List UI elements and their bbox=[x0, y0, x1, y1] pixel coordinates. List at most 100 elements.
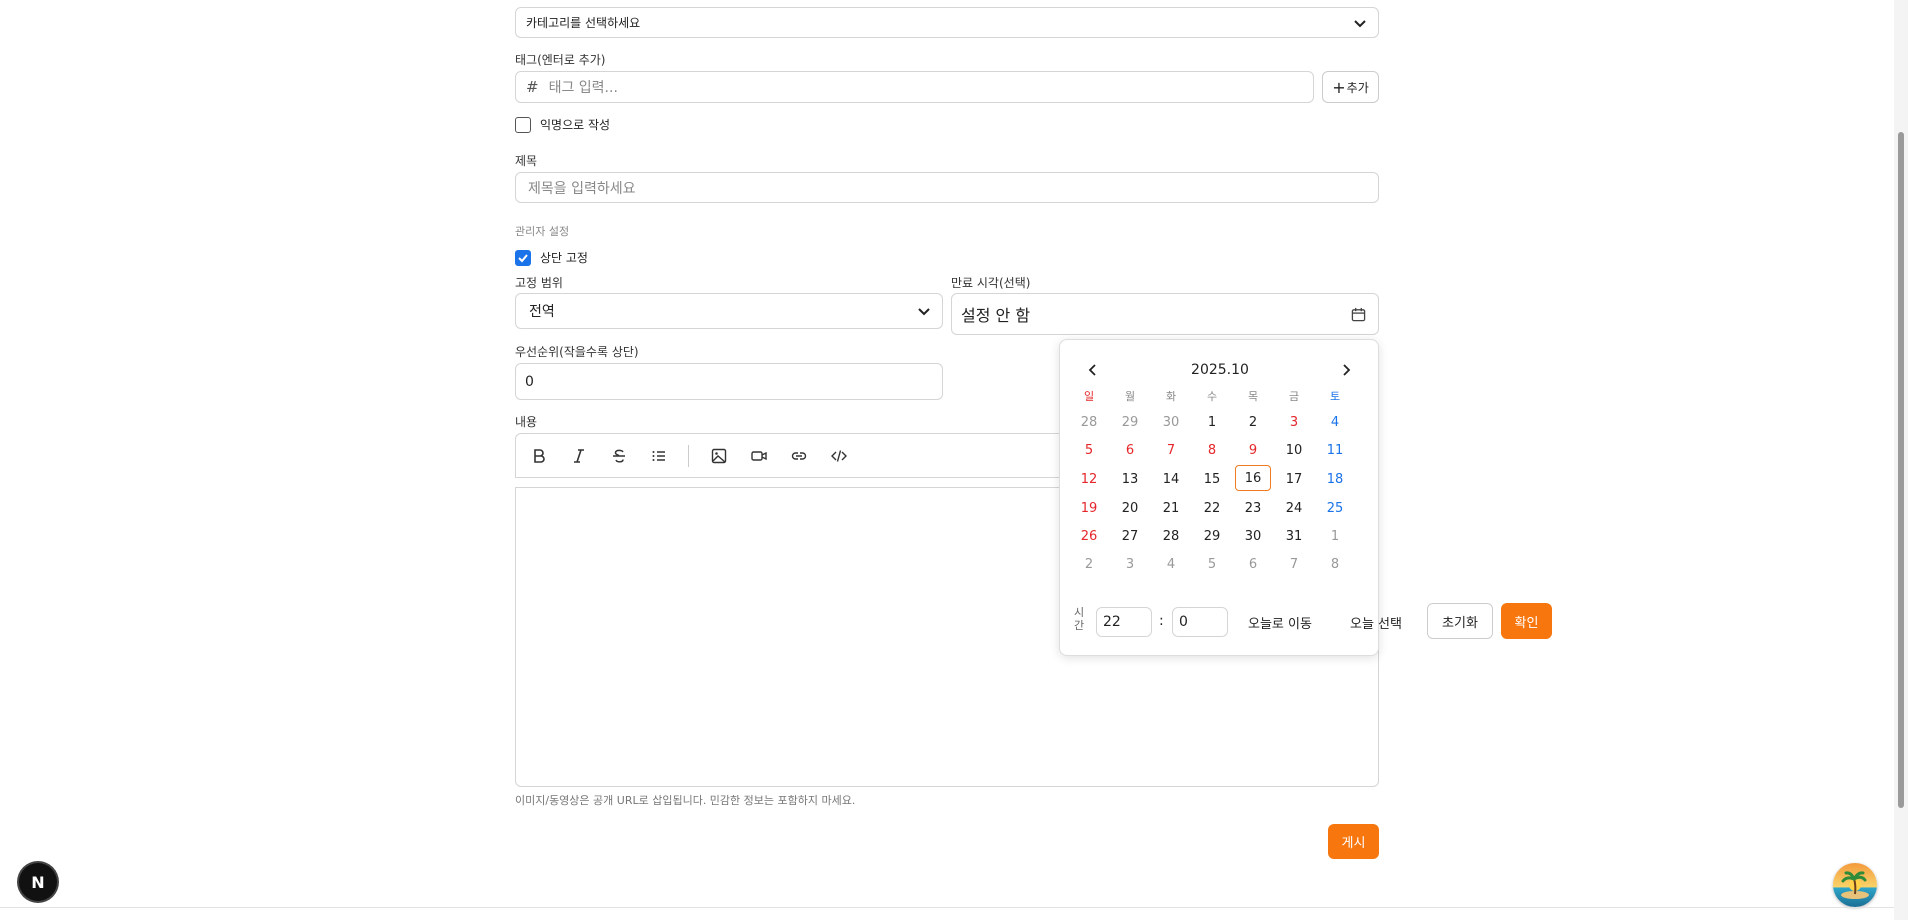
calendar-day[interactable]: 14 bbox=[1153, 467, 1189, 491]
calendar-day[interactable]: 2 bbox=[1235, 410, 1271, 434]
calendar-day-other-month[interactable]: 29 bbox=[1112, 410, 1148, 434]
island-avatar-icon bbox=[1833, 863, 1877, 907]
calendar-day[interactable]: 27 bbox=[1112, 524, 1148, 548]
calendar-day-other-month[interactable]: 28 bbox=[1071, 410, 1107, 434]
calendar-day[interactable]: 25 bbox=[1317, 496, 1353, 520]
calendar-day[interactable]: 21 bbox=[1153, 496, 1189, 520]
bottom-divider bbox=[0, 907, 1894, 908]
calendar-day-other-month[interactable]: 8 bbox=[1317, 552, 1353, 576]
code-button[interactable] bbox=[826, 443, 852, 469]
pin-scope-label: 고정 범위 bbox=[515, 276, 563, 290]
priority-value: 0 bbox=[525, 373, 534, 390]
calendar-day[interactable]: 31 bbox=[1276, 524, 1312, 548]
bullet-list-button[interactable] bbox=[646, 443, 672, 469]
calendar-day[interactable]: 28 bbox=[1153, 524, 1189, 548]
confirm-button[interactable]: 확인 bbox=[1501, 603, 1552, 639]
submit-button-label: 게시 bbox=[1341, 836, 1366, 851]
calendar-day-other-month[interactable]: 30 bbox=[1153, 410, 1189, 434]
scrollbar-thumb[interactable] bbox=[1898, 132, 1904, 808]
add-tag-button[interactable]: + 추가 bbox=[1322, 71, 1379, 103]
strikethrough-icon bbox=[613, 449, 625, 463]
reset-button-label: 초기화 bbox=[1442, 615, 1478, 631]
confirm-button-label: 확인 bbox=[1514, 615, 1539, 631]
video-icon bbox=[751, 451, 767, 461]
calendar-day-other-month[interactable]: 2 bbox=[1071, 552, 1107, 576]
calendar-day[interactable]: 15 bbox=[1194, 467, 1230, 491]
calendar-day[interactable]: 19 bbox=[1071, 496, 1107, 520]
expiry-label: 만료 시각(선택) bbox=[951, 276, 1031, 290]
hour-input[interactable]: 22 bbox=[1096, 607, 1152, 637]
calendar-day-other-month[interactable]: 4 bbox=[1153, 552, 1189, 576]
calendar-day-other-month[interactable]: 6 bbox=[1235, 552, 1271, 576]
calendar-day[interactable]: 1 bbox=[1194, 410, 1230, 434]
scrollbar-track[interactable] bbox=[1894, 0, 1908, 920]
date-picker-popup: 2025.10 일월화수목금토 28 29 30 1 2 3 4 5 6 7 8 9 10 11 12 13 1… bbox=[1059, 339, 1402, 656]
bold-button[interactable] bbox=[526, 443, 552, 469]
calendar-day[interactable]: 24 bbox=[1276, 496, 1312, 520]
link-button[interactable] bbox=[786, 443, 812, 469]
expiry-input[interactable]: 설정 안 함 bbox=[951, 293, 1379, 335]
tag-input[interactable]: # 태그 입력... bbox=[515, 71, 1314, 103]
calendar-day[interactable]: 10 bbox=[1276, 438, 1312, 462]
submit-button[interactable]: 게시 bbox=[1328, 824, 1379, 859]
calendar-month-title: 2025.10 bbox=[1191, 362, 1249, 378]
calendar-day[interactable]: 8 bbox=[1194, 438, 1230, 462]
avatar[interactable] bbox=[1833, 863, 1877, 907]
calendar-day[interactable]: 4 bbox=[1317, 410, 1353, 434]
image-button[interactable] bbox=[706, 443, 732, 469]
title-label: 제목 bbox=[515, 154, 538, 168]
weekday-header: 수 bbox=[1206, 390, 1218, 403]
title-input[interactable]: 제목을 입력하세요 bbox=[515, 172, 1379, 203]
calendar-day[interactable]: 5 bbox=[1071, 438, 1107, 462]
calendar-day[interactable]: 3 bbox=[1276, 410, 1312, 434]
hash-icon: # bbox=[526, 78, 539, 96]
reset-button[interactable]: 초기화 bbox=[1427, 603, 1493, 639]
pin-top-option[interactable]: 상단 고정 bbox=[515, 249, 588, 266]
go-today-button[interactable]: 오늘로 이동 bbox=[1248, 613, 1312, 632]
calendar-day[interactable]: 9 bbox=[1235, 438, 1271, 462]
anonymous-checkbox[interactable] bbox=[515, 116, 531, 133]
calendar-day-other-month[interactable]: 1 bbox=[1317, 524, 1353, 548]
chevron-right-icon bbox=[1343, 364, 1351, 376]
calendar-day[interactable]: 18 bbox=[1317, 467, 1353, 491]
calendar-day[interactable]: 6 bbox=[1112, 438, 1148, 462]
calendar-day[interactable]: 26 bbox=[1071, 524, 1107, 548]
category-select-value: 카테고리를 선택하세요 bbox=[526, 16, 641, 30]
calendar-day-other-month[interactable]: 3 bbox=[1112, 552, 1148, 576]
add-tag-label: 추가 bbox=[1346, 80, 1369, 95]
calendar-day[interactable]: 30 bbox=[1235, 524, 1271, 548]
pin-scope-select[interactable]: 전역 bbox=[515, 293, 943, 329]
chevron-down-icon bbox=[1354, 19, 1366, 27]
calendar-day[interactable]: 7 bbox=[1153, 438, 1189, 462]
calendar-day[interactable]: 11 bbox=[1317, 438, 1353, 462]
calendar-day[interactable]: 17 bbox=[1276, 467, 1312, 491]
minute-input[interactable]: 0 bbox=[1172, 607, 1228, 637]
priority-input[interactable]: 0 bbox=[515, 363, 943, 400]
video-button[interactable] bbox=[746, 443, 772, 469]
calendar-day[interactable]: 13 bbox=[1112, 467, 1148, 491]
dev-tools-badge[interactable]: N bbox=[19, 863, 57, 901]
anonymous-label: 익명으로 작성 bbox=[540, 118, 611, 132]
tags-label: 태그(엔터로 추가) bbox=[515, 53, 606, 67]
category-select[interactable]: 카테고리를 선택하세요 bbox=[515, 7, 1379, 38]
calendar-day[interactable]: 23 bbox=[1235, 496, 1271, 520]
calendar-day-other-month[interactable]: 5 bbox=[1194, 552, 1230, 576]
minute-value: 0 bbox=[1179, 614, 1188, 630]
weekday-header: 금 bbox=[1288, 390, 1300, 403]
calendar-day[interactable]: 16 bbox=[1235, 465, 1271, 491]
pin-top-checkbox[interactable] bbox=[515, 249, 531, 266]
italic-button[interactable] bbox=[566, 443, 592, 469]
image-icon bbox=[711, 448, 727, 464]
calendar-day-other-month[interactable]: 7 bbox=[1276, 552, 1312, 576]
calendar-day[interactable]: 20 bbox=[1112, 496, 1148, 520]
time-label: 시간 bbox=[1074, 606, 1085, 632]
calendar-day[interactable]: 12 bbox=[1071, 467, 1107, 491]
strikethrough-button[interactable] bbox=[606, 443, 632, 469]
calendar-day[interactable]: 29 bbox=[1194, 524, 1230, 548]
hour-value: 22 bbox=[1103, 614, 1121, 630]
select-today-button[interactable]: 오늘 선택 bbox=[1350, 613, 1402, 632]
anonymous-option[interactable]: 익명으로 작성 bbox=[515, 116, 610, 133]
calendar-day[interactable]: 22 bbox=[1194, 496, 1230, 520]
next-month-button[interactable] bbox=[1339, 362, 1353, 376]
badge-letter: N bbox=[31, 872, 45, 892]
